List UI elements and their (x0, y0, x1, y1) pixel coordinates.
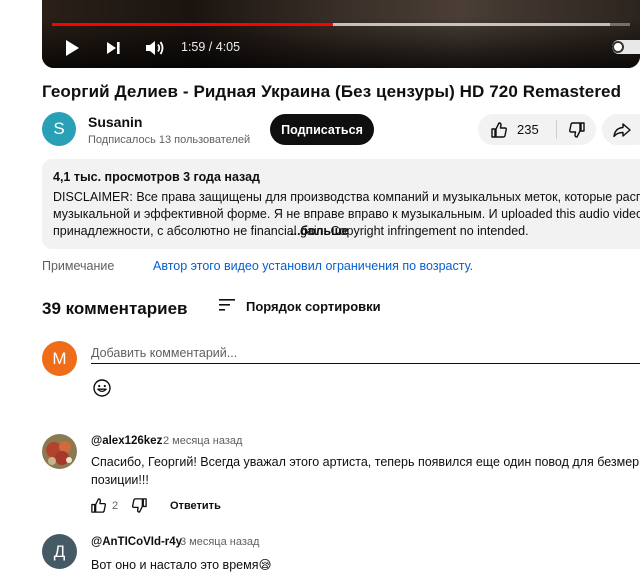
thumbs-down-icon (568, 121, 585, 138)
like-dislike-group: 235 (478, 114, 596, 145)
comment-emoji: 😪 (258, 558, 272, 572)
comments-count: 39 комментариев (42, 299, 188, 318)
dislike-button[interactable] (557, 114, 596, 145)
comment-text-line-1: Спасибо, Георгий! Всегда уважал этого ар… (91, 455, 640, 469)
emoji-icon[interactable] (92, 378, 112, 398)
progress-fill (52, 23, 333, 26)
comment-author[interactable]: @AnTICoVId-r4y (91, 536, 182, 548)
view-count-date: 4,1 тыс. просмотров 3 года назад (53, 170, 260, 184)
comment-dislike-icon[interactable] (131, 497, 148, 514)
play-button[interactable] (62, 36, 82, 60)
description-more-link[interactable]: ...больше (290, 224, 348, 238)
reply-button[interactable]: Ответить (170, 500, 221, 512)
like-count: 235 (517, 122, 539, 137)
channel-name[interactable]: Susanin (88, 114, 142, 130)
comment-text-line-2: позиции!!! (91, 473, 149, 487)
video-title: Георгий Делиев - Ридная Украина (Без цен… (42, 82, 622, 101)
description-line-1: DISCLAIMER: Все права защищены для произ… (53, 190, 640, 204)
comment-like-count: 2 (112, 500, 119, 512)
video-player[interactable]: 1:59 / 4:05 (42, 0, 640, 68)
skip-next-icon (107, 42, 120, 54)
description-box[interactable]: 4,1 тыс. просмотров 3 года назад DISCLAI… (42, 159, 640, 249)
share-icon (613, 122, 631, 137)
comment-avatar[interactable]: Д (42, 534, 77, 569)
autoplay-toggle-knob (612, 41, 624, 53)
comment-avatar[interactable] (42, 434, 77, 469)
note-label: Примечание (42, 259, 115, 273)
comment-text: Вот оно и настало это время (91, 558, 259, 572)
channel-avatar[interactable]: S (42, 112, 76, 146)
comment-input[interactable] (91, 342, 640, 364)
thumbs-up-icon (491, 121, 507, 138)
comment-time[interactable]: 2 месяца назад (163, 435, 242, 447)
sort-icon[interactable] (218, 297, 236, 313)
autoplay-toggle[interactable] (612, 40, 640, 54)
subscriber-count: Подписалось 13 пользователей (88, 134, 251, 146)
volume-icon (146, 41, 164, 55)
sort-button[interactable]: Порядок сортировки (246, 299, 381, 314)
subscribe-button[interactable]: Подписаться (270, 114, 374, 145)
next-button[interactable] (103, 36, 123, 60)
play-icon (66, 40, 79, 56)
comment-time[interactable]: 3 месяца назад (180, 536, 259, 548)
time-display: 1:59 / 4:05 (181, 40, 241, 54)
avatar-photo-icon (42, 434, 77, 469)
progress-bar[interactable] (52, 23, 630, 26)
like-button[interactable]: 235 (478, 114, 556, 145)
user-avatar: M (42, 341, 77, 376)
comment-author[interactable]: @alex126kez (91, 435, 162, 447)
comment-like-icon[interactable] (90, 497, 107, 514)
description-line-2: музыкальной и эффективной форме. Я не вп… (53, 207, 640, 221)
volume-button[interactable] (144, 36, 166, 60)
age-restriction-note[interactable]: Автор этого видео установил ограничения … (153, 259, 473, 273)
share-button[interactable] (602, 114, 640, 145)
comment-text-line-1: Вот оно и настало это время😪 (91, 557, 272, 572)
